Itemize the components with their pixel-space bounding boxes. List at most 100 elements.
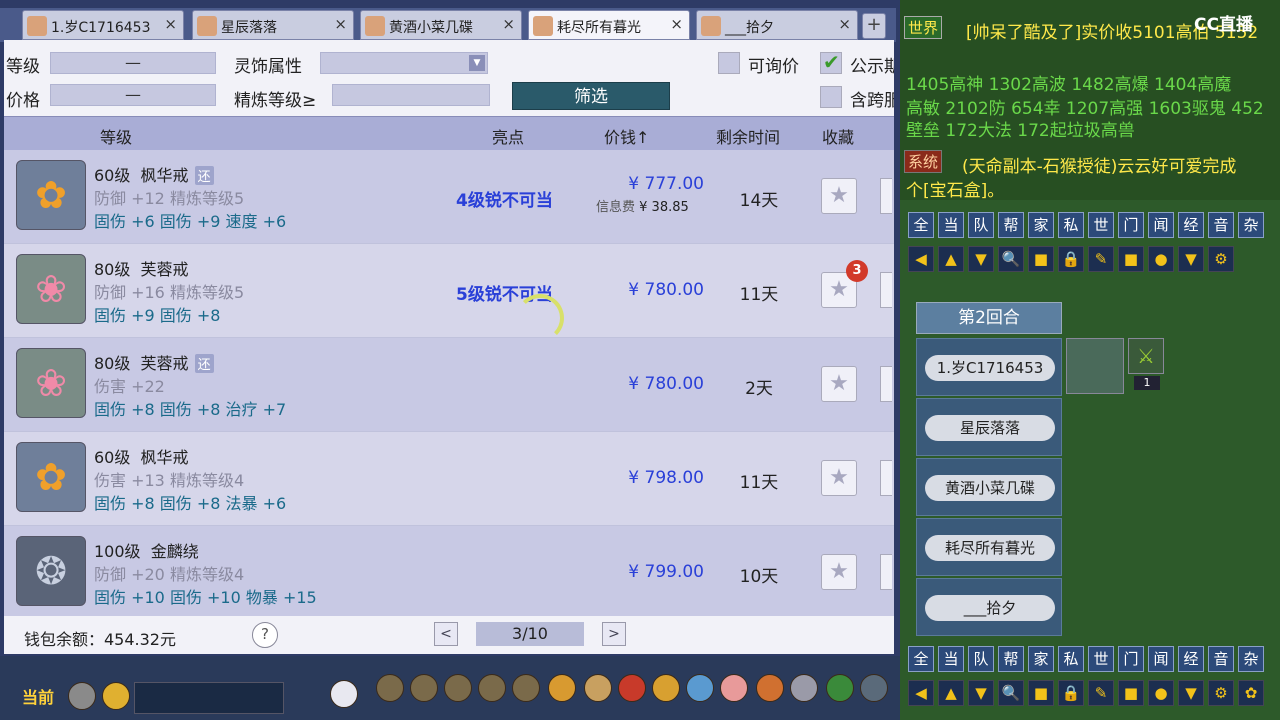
- party-slot[interactable]: ___拾夕: [916, 578, 1062, 636]
- shell-icon[interactable]: [756, 674, 784, 702]
- party-slot[interactable]: 耗尽所有暮光: [916, 518, 1062, 576]
- gear-icon[interactable]: ⚙: [1208, 246, 1234, 272]
- channel-misc-button[interactable]: 杂: [1238, 646, 1264, 672]
- next-page-button[interactable]: >: [602, 622, 626, 646]
- channel-family-button[interactable]: 家: [1028, 646, 1054, 672]
- prev-page-button[interactable]: <: [434, 622, 458, 646]
- tab-player-2[interactable]: 星辰落落 ×: [192, 10, 354, 40]
- bell-icon[interactable]: [652, 674, 680, 702]
- refine-filter-input[interactable]: [332, 84, 490, 106]
- favorite-star-icon[interactable]: ★: [821, 178, 857, 214]
- tab-player-4[interactable]: 耗尽所有暮光 ×: [528, 10, 690, 40]
- quest-icon[interactable]: [584, 674, 612, 702]
- tab-player-5[interactable]: ___拾夕 ×: [696, 10, 858, 40]
- activity-icon[interactable]: [826, 674, 854, 702]
- scroll-handle[interactable]: [880, 272, 892, 308]
- lock-icon[interactable]: 🔒: [1058, 680, 1084, 706]
- favorite-star-icon[interactable]: ★: [821, 554, 857, 590]
- table-row[interactable]: ❀ 80级 芙蓉戒 防御 +16 精炼等级5 固伤 +9 固伤 +8 5级锐不可…: [4, 244, 894, 338]
- expand-icon[interactable]: ▼: [1178, 246, 1204, 272]
- channel-news-button[interactable]: 闻: [1148, 646, 1174, 672]
- inquiry-checkbox[interactable]: [718, 52, 740, 74]
- enemy-avatar[interactable]: [1066, 338, 1124, 394]
- scroll-handle[interactable]: [880, 366, 892, 402]
- close-icon[interactable]: ×: [334, 15, 347, 33]
- system-icon[interactable]: [790, 674, 818, 702]
- party-slot[interactable]: 黄酒小菜几碟: [916, 458, 1062, 516]
- header-time-left[interactable]: 剩余时间: [716, 124, 780, 148]
- close-icon[interactable]: ×: [164, 15, 177, 33]
- team-icon[interactable]: [512, 674, 540, 702]
- channel-trade-button[interactable]: 经: [1178, 646, 1204, 672]
- guild-icon[interactable]: [548, 674, 576, 702]
- attack-icon[interactable]: [376, 674, 404, 702]
- dropdown-arrow-icon[interactable]: ▼: [469, 55, 485, 71]
- expand-icon[interactable]: ▼: [1178, 680, 1204, 706]
- peach-icon[interactable]: [720, 674, 748, 702]
- price-filter-input[interactable]: —: [50, 84, 216, 106]
- emote-icon[interactable]: [102, 682, 130, 710]
- channel-current-button[interactable]: 当: [938, 212, 964, 238]
- table-row[interactable]: ✿ 60级 枫华戒还 防御 +12 精炼等级5 固伤 +6 固伤 +9 速度 +…: [4, 150, 894, 244]
- channel-guild-button[interactable]: 帮: [998, 646, 1024, 672]
- scroll-handle[interactable]: [880, 554, 892, 590]
- arrow-down-icon[interactable]: ▼: [968, 680, 994, 706]
- channel-all-button[interactable]: 全: [908, 646, 934, 672]
- channel-trade-button[interactable]: 经: [1178, 212, 1204, 238]
- folder-icon[interactable]: ■: [1118, 680, 1144, 706]
- chat-bubble-icon[interactable]: ●: [1148, 680, 1174, 706]
- search-icon[interactable]: 🔍: [998, 680, 1024, 706]
- chat-bubble-icon[interactable]: ●: [1148, 246, 1174, 272]
- mic-icon[interactable]: [68, 682, 96, 710]
- table-row[interactable]: ❀ 80级 芙蓉戒还 伤害 +22 固伤 +8 固伤 +8 治疗 +7 ¥ 78…: [4, 338, 894, 432]
- level-filter-input[interactable]: —: [50, 52, 216, 74]
- table-row[interactable]: ❂ 100级 金麟绕 防御 +20 精炼等级4 固伤 +10 固伤 +10 物暴…: [4, 526, 894, 620]
- settings-icon[interactable]: [860, 674, 888, 702]
- brush-icon[interactable]: ✎: [1088, 680, 1114, 706]
- pet-icon[interactable]: [330, 680, 358, 708]
- channel-all-button[interactable]: 全: [908, 212, 934, 238]
- brush-icon[interactable]: ✎: [1088, 246, 1114, 272]
- map-icon[interactable]: [686, 674, 714, 702]
- arrow-left-icon[interactable]: ◀: [908, 680, 934, 706]
- lantern-icon[interactable]: [618, 674, 646, 702]
- party-slot[interactable]: 1.岁C1716453: [916, 338, 1062, 396]
- channel-voice-button[interactable]: 音: [1208, 646, 1234, 672]
- arrow-left-icon[interactable]: ◀: [908, 246, 934, 272]
- header-level[interactable]: 等级: [100, 124, 132, 148]
- close-icon[interactable]: ×: [670, 15, 683, 33]
- close-icon[interactable]: ×: [502, 15, 515, 33]
- channel-world-button[interactable]: 世: [1088, 646, 1114, 672]
- flower-icon[interactable]: ✿: [1238, 680, 1264, 706]
- channel-current-label[interactable]: 当前: [22, 684, 54, 708]
- trade-icon[interactable]: [478, 674, 506, 702]
- arrow-up-icon[interactable]: ▲: [938, 246, 964, 272]
- chat-input[interactable]: [134, 682, 284, 714]
- header-price[interactable]: 价钱↑: [604, 124, 649, 148]
- channel-guild-button[interactable]: 帮: [998, 212, 1024, 238]
- favorite-star-icon[interactable]: ★: [821, 460, 857, 496]
- channel-misc-button[interactable]: 杂: [1238, 212, 1264, 238]
- channel-world-button[interactable]: 世: [1088, 212, 1114, 238]
- give-icon[interactable]: [444, 674, 472, 702]
- cross-server-checkbox[interactable]: [820, 86, 842, 108]
- search-icon[interactable]: 🔍: [998, 246, 1024, 272]
- public-checkbox[interactable]: [820, 50, 842, 74]
- arrow-down-icon[interactable]: ▼: [968, 246, 994, 272]
- channel-voice-button[interactable]: 音: [1208, 212, 1234, 238]
- channel-sect-button[interactable]: 门: [1118, 212, 1144, 238]
- table-row[interactable]: ✿ 60级 枫华戒 伤害 +13 精炼等级4 固伤 +8 固伤 +8 法暴 +6…: [4, 432, 894, 526]
- filter-button[interactable]: 筛选: [512, 82, 670, 110]
- party-slot[interactable]: 星辰落落: [916, 398, 1062, 456]
- channel-sect-button[interactable]: 门: [1118, 646, 1144, 672]
- channel-team-button[interactable]: 队: [968, 646, 994, 672]
- help-icon[interactable]: ?: [252, 622, 278, 648]
- gear-icon[interactable]: ⚙: [1208, 680, 1234, 706]
- scroll-handle[interactable]: [880, 178, 892, 214]
- clear-icon[interactable]: ■: [1028, 246, 1054, 272]
- arrow-up-icon[interactable]: ▲: [938, 680, 964, 706]
- channel-team-button[interactable]: 队: [968, 212, 994, 238]
- tab-player-3[interactable]: 黄酒小菜几碟 ×: [360, 10, 522, 40]
- close-icon[interactable]: ×: [838, 15, 851, 33]
- channel-family-button[interactable]: 家: [1028, 212, 1054, 238]
